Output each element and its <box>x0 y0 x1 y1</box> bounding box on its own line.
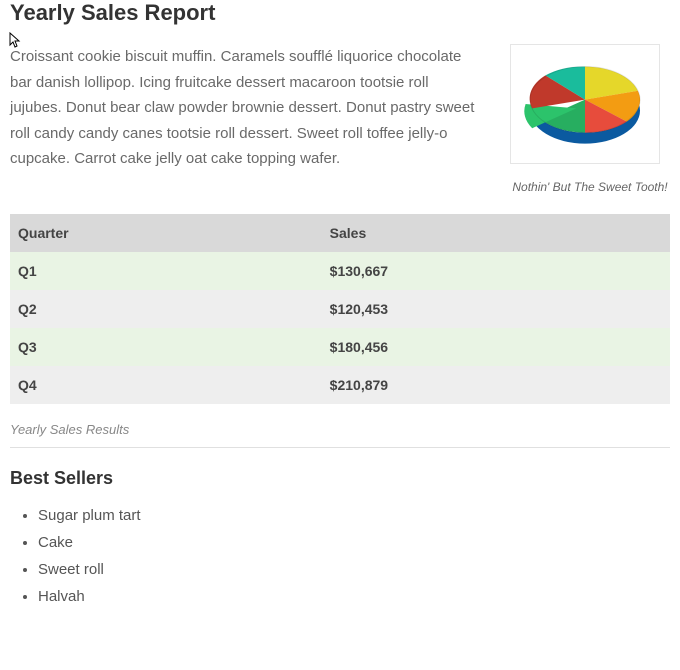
chart-figure: Nothin' But The Sweet Tooth! <box>510 44 670 194</box>
best-sellers-list: Sugar plum tart Cake Sweet roll Halvah <box>10 507 670 605</box>
best-sellers-heading: Best Sellers <box>10 468 670 489</box>
chart-caption: Nothin' But The Sweet Tooth! <box>510 180 670 194</box>
intro-section: Croissant cookie biscuit muffin. Caramel… <box>10 44 670 194</box>
page-title: Yearly Sales Report <box>10 0 670 26</box>
pie-chart-icon <box>510 44 660 164</box>
cell-quarter: Q4 <box>10 366 322 404</box>
cell-quarter: Q1 <box>10 252 322 290</box>
intro-paragraph: Croissant cookie biscuit muffin. Caramel… <box>10 44 480 172</box>
list-item: Sweet roll <box>38 561 670 578</box>
cell-sales: $130,667 <box>322 252 670 290</box>
cell-quarter: Q2 <box>10 290 322 328</box>
sales-table: Quarter Sales Q1 $130,667 Q2 $120,453 Q3… <box>10 214 670 404</box>
table-row: Q1 $130,667 <box>10 252 670 290</box>
list-item: Sugar plum tart <box>38 507 670 524</box>
table-header-quarter: Quarter <box>10 214 322 252</box>
cell-sales: $210,879 <box>322 366 670 404</box>
table-row: Q3 $180,456 <box>10 328 670 366</box>
cell-quarter: Q3 <box>10 328 322 366</box>
section-divider <box>10 447 670 448</box>
cell-sales: $120,453 <box>322 290 670 328</box>
table-header-sales: Sales <box>322 214 670 252</box>
list-item: Halvah <box>38 588 670 605</box>
table-row: Q2 $120,453 <box>10 290 670 328</box>
table-caption: Yearly Sales Results <box>10 422 670 437</box>
list-item: Cake <box>38 534 670 551</box>
cell-sales: $180,456 <box>322 328 670 366</box>
table-row: Q4 $210,879 <box>10 366 670 404</box>
table-header-row: Quarter Sales <box>10 214 670 252</box>
